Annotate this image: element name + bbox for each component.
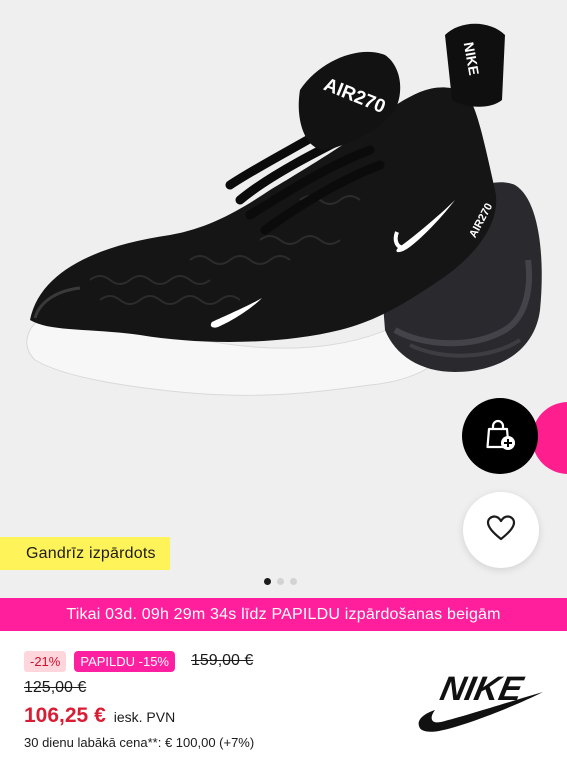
product-image-gallery[interactable]: AIR270 NIKE AIR270 Gandrīz izpārdots xyxy=(0,0,567,598)
low-stock-badge: Gandrīz izpārdots xyxy=(0,537,170,570)
wishlist-button[interactable] xyxy=(463,492,539,568)
final-price: 106,25 € xyxy=(24,704,106,727)
brand-logo[interactable]: NIKE xyxy=(415,670,545,734)
gallery-pagination[interactable] xyxy=(264,578,297,585)
price-block: -21% PAPILDU -15% 159,00 € 125,00 € 106,… xyxy=(24,650,384,750)
original-price: 159,00 € xyxy=(191,652,254,669)
lowest-price-30d: 30 dienu labākā cena**: € 100,00 (+7%) xyxy=(24,735,255,750)
previous-price: 125,00 € xyxy=(24,679,87,696)
gallery-dot-3[interactable] xyxy=(290,578,297,585)
add-to-bag-button[interactable] xyxy=(462,398,538,474)
extra-discount-tag: PAPILDU -15% xyxy=(74,650,175,672)
gallery-dot-2[interactable] xyxy=(277,578,284,585)
sale-countdown-banner: Tikai 03d. 09h 29m 34s līdz PAPILDU izpā… xyxy=(0,598,567,631)
gallery-dot-1[interactable] xyxy=(264,578,271,585)
sale-countdown-text: Tikai 03d. 09h 29m 34s līdz PAPILDU izpā… xyxy=(66,605,501,623)
vat-note: iesk. PVN xyxy=(113,709,176,725)
bag-plus-icon xyxy=(484,417,516,456)
discount-tag: -21% xyxy=(24,650,67,672)
heart-icon xyxy=(486,514,516,547)
